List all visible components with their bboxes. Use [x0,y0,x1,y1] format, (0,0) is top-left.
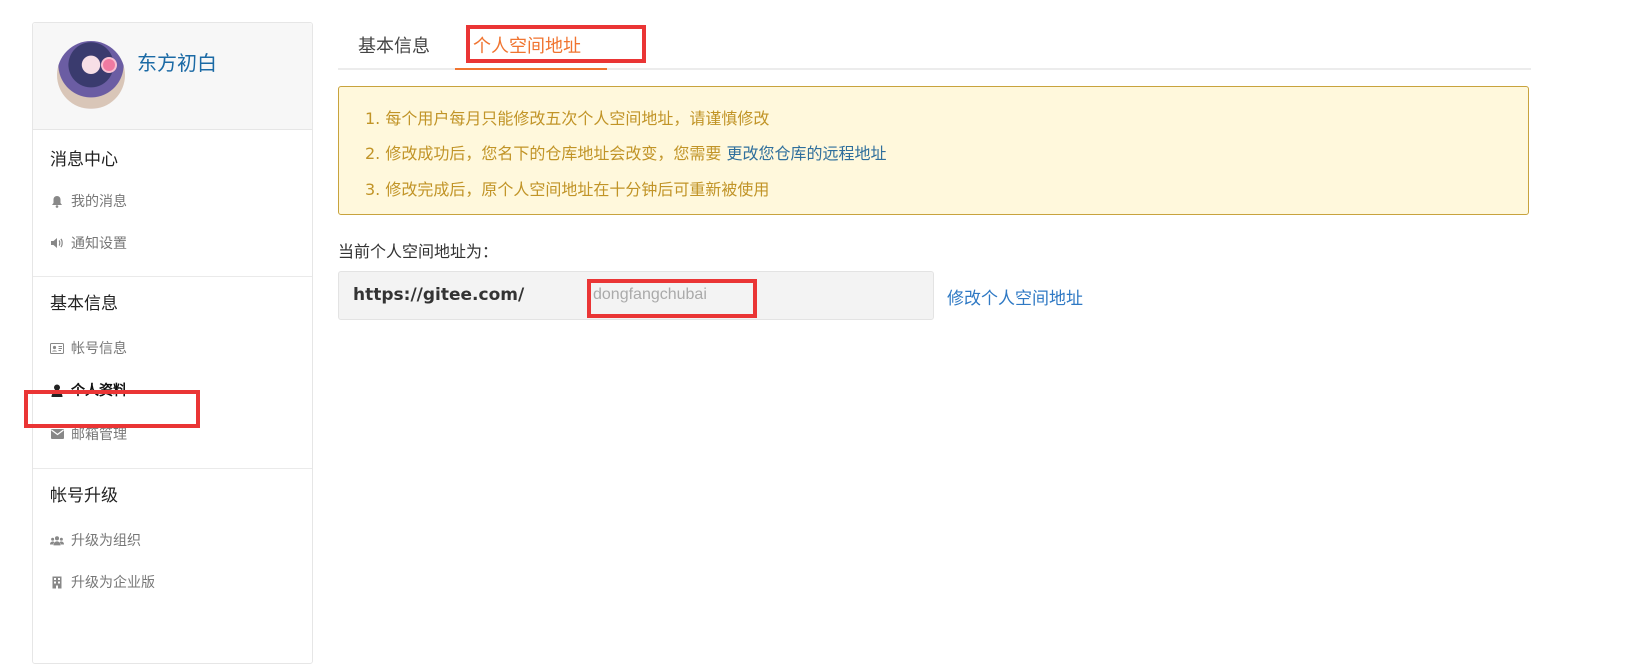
building-icon [50,575,64,589]
profile-card: 东方初白 [33,23,312,130]
sidebar-item-label: 我的消息 [71,194,127,210]
flower-decoration [103,59,115,71]
sidebar-item-label: 通知设置 [71,236,127,252]
sidebar-item-label: 升级为组织 [71,533,141,549]
sidebar-item-profile[interactable]: 个人资料 [33,379,312,401]
modify-address-link[interactable]: 修改个人空间地址 [947,284,1083,309]
sidebar-item-label: 个人资料 [71,383,127,399]
sidebar-item-email[interactable]: 邮箱管理 [33,423,312,445]
sidebar-item-label: 帐号信息 [71,341,127,357]
avatar[interactable] [57,41,125,109]
id-card-icon [50,341,64,355]
notice-box: 1. 每个用户每月只能修改五次个人空间地址，请谨慎修改 2. 修改成功后，您名下… [338,86,1529,215]
active-tab-indicator [455,68,607,70]
current-address-label: 当前个人空间地址为： [338,242,499,261]
change-remote-link[interactable]: 更改您仓库的远程地址 [726,144,886,163]
envelope-icon [50,427,64,441]
volume-icon [50,236,64,250]
sidebar: 东方初白 消息中心 我的消息 通知设置 基本信息 帐号信息 个人资料 邮箱管理 … [32,22,313,664]
section-title-messages: 消息中心 [50,150,118,170]
sidebar-item-my-messages[interactable]: 我的消息 [33,190,312,212]
space-address-input[interactable] [593,283,743,307]
sidebar-item-upgrade-org[interactable]: 升级为组织 [33,529,312,551]
users-icon [50,533,64,547]
username[interactable]: 东方初白 [137,47,217,76]
notice-line-3: 3. 修改完成后，原个人空间地址在十分钟后可重新被使用 [365,180,770,199]
tab-personal-space-address[interactable]: 个人空间地址 [473,32,581,58]
sidebar-item-account-info[interactable]: 帐号信息 [33,337,312,359]
url-prefix: https://gitee.com/ [353,285,525,305]
sidebar-item-upgrade-enterprise[interactable]: 升级为企业版 [33,571,312,593]
sidebar-item-label: 升级为企业版 [71,575,155,591]
user-icon [50,383,64,397]
section-title-upgrade: 帐号升级 [50,486,118,506]
sidebar-item-label: 邮箱管理 [71,427,127,443]
sidebar-item-notification-settings[interactable]: 通知设置 [33,232,312,254]
tab-basic-info[interactable]: 基本信息 [358,32,430,58]
tab-bar: 基本信息 个人空间地址 [338,24,1531,70]
section-title-basic-info: 基本信息 [50,294,118,314]
notice-line-2: 2. 修改成功后，您名下的仓库地址会改变，您需要 更改您仓库的远程地址 [365,140,886,164]
notice-line-2-text: 2. 修改成功后，您名下的仓库地址会改变，您需要 [365,144,727,163]
address-input-group: https://gitee.com/ [338,271,934,320]
bell-icon [50,194,64,208]
notice-line-1: 1. 每个用户每月只能修改五次个人空间地址，请谨慎修改 [365,109,770,128]
